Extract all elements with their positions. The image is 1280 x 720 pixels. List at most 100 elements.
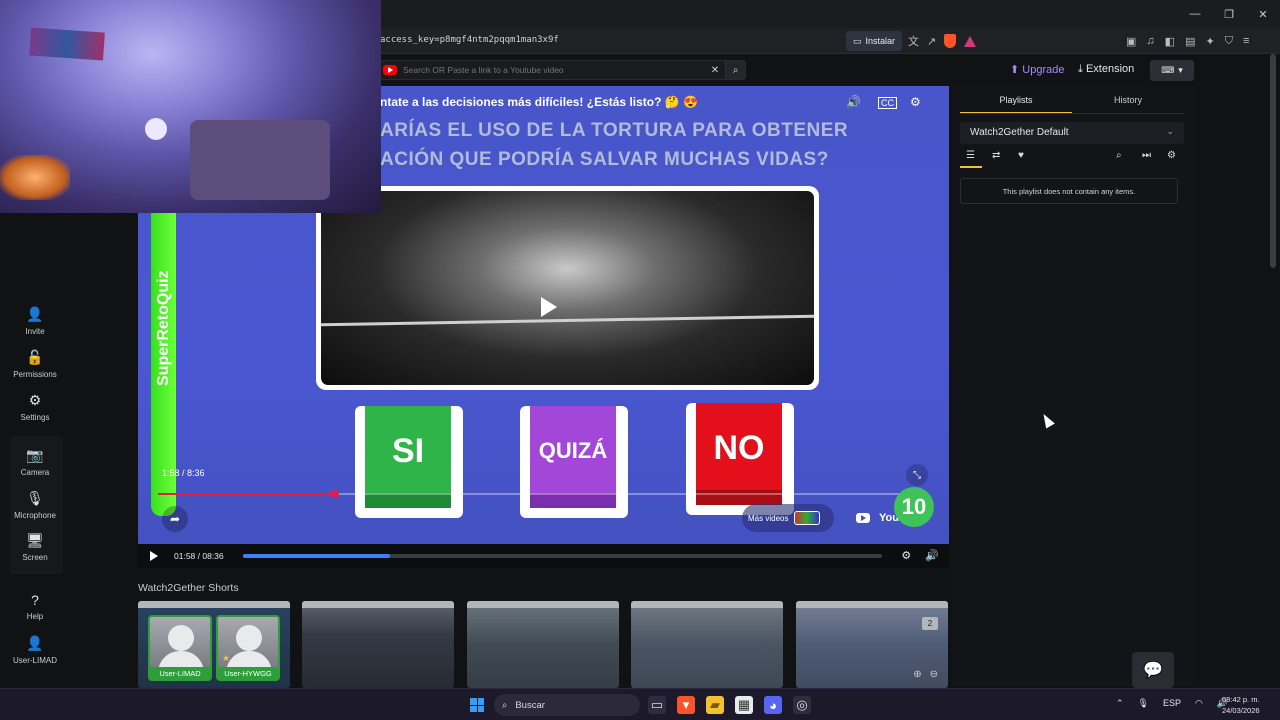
question-image [316, 186, 819, 390]
music-icon[interactable]: ♫ [1146, 35, 1154, 47]
user-tile[interactable]: ★ User-HYWGG [216, 615, 280, 681]
skip-icon[interactable]: ⏭ [1142, 150, 1151, 161]
tab-playlists[interactable]: Playlists [960, 90, 1072, 114]
share-icon[interactable]: ↗ [927, 35, 936, 48]
webcam-lamp [145, 118, 167, 140]
translate-icon[interactable]: 文 [908, 33, 919, 49]
volume-icon[interactable]: 🔊 [925, 549, 939, 562]
tab-history[interactable]: History [1072, 90, 1184, 114]
sidebar-item-invite[interactable]: 👤 Invite [0, 306, 70, 336]
language-indicator[interactable]: ESP [1163, 698, 1181, 709]
task-view-icon[interactable]: ▭ [648, 696, 666, 714]
sidebar-item-microphone[interactable]: 🎙 Microphone [0, 490, 70, 520]
play-icon[interactable] [541, 297, 557, 317]
zoom-in-icon[interactable]: ⊕ [913, 669, 921, 680]
close-window-button[interactable]: ✕ [1246, 0, 1280, 28]
captions-icon[interactable]: CC [878, 97, 897, 109]
monitor-icon: ▭ [853, 35, 862, 46]
chat-button[interactable]: 💬 [1132, 652, 1174, 688]
user-name: User-HYWGG [218, 667, 278, 679]
microphone-icon[interactable]: 🎙 [1138, 698, 1149, 709]
page-scrollbar[interactable] [1270, 54, 1276, 268]
more-videos-button[interactable]: Más videos [742, 504, 834, 532]
wallet-icon[interactable]: ▤ [1185, 35, 1195, 48]
avatar-head [168, 625, 194, 651]
screenshot-icon[interactable]: ▣ [1126, 35, 1136, 48]
maximize-button[interactable]: ❐ [1212, 0, 1246, 28]
sidebar-item-permissions[interactable]: 🔓 Permissions [0, 349, 70, 379]
heart-icon[interactable]: ♥ [1018, 150, 1024, 161]
avatar-head [236, 625, 262, 651]
sidebar-item-screen[interactable]: 🖥 Screen [0, 532, 70, 562]
short-card[interactable] [302, 601, 454, 688]
playlist-select[interactable]: Watch2Gether Default ⌄ [960, 122, 1184, 144]
install-button[interactable]: ▭ Instalar [846, 31, 903, 51]
user-icon: 👤 [26, 635, 44, 651]
brave-rewards-icon[interactable] [964, 35, 977, 47]
clear-icon[interactable]: ✕ [705, 61, 725, 79]
gear-icon[interactable]: ⚙ [901, 549, 911, 562]
minimize-button[interactable]: — [1178, 0, 1212, 28]
short-card[interactable] [467, 601, 619, 688]
answer-quiza[interactable]: QUIZÁ [520, 406, 628, 518]
answer-si[interactable]: SI [355, 406, 463, 518]
brave-shield-icon[interactable] [944, 34, 957, 48]
chevron-up-icon[interactable]: ⌃ [1116, 698, 1124, 709]
folder-icon[interactable]: ▰ [706, 696, 724, 714]
install-label: Instalar [865, 36, 896, 46]
system-tray: ⌃ 🎙 ESP ◠ 🔊 [1116, 698, 1228, 709]
tool-underline [960, 166, 982, 168]
sidebar-item-help[interactable]: ? Help [0, 592, 70, 621]
short-card[interactable]: 2 ⊕ ⊖ [796, 601, 948, 688]
shuffle-icon[interactable]: ⇄ [992, 150, 1000, 161]
overlay-progress-fill [158, 493, 336, 495]
list-icon[interactable]: ☰ [966, 150, 975, 161]
sidebar-item-camera[interactable]: 📷 Camera [0, 447, 70, 477]
windows-start-icon[interactable] [470, 698, 484, 712]
store-icon[interactable]: ▦ [735, 696, 753, 714]
taskbar-apps: ▭ ▾ ▰ ▦ ◕ ◎ [648, 696, 811, 714]
url-text[interactable]: access_key=p8mgf4ntm2pqqm1man3x9f [380, 35, 559, 45]
answer-no[interactable]: NO [686, 403, 794, 515]
zoom-out-icon[interactable]: ⊖ [930, 669, 938, 680]
gear-icon[interactable]: ⚙ [910, 95, 921, 109]
vpn-icon[interactable]: ⛉ [1225, 35, 1233, 48]
gear-icon[interactable]: ⚙ [1167, 150, 1176, 161]
search-input[interactable] [403, 65, 705, 75]
fullscreen-icon[interactable]: ⤡ [906, 464, 928, 486]
volume-icon[interactable]: 🔊 [846, 95, 861, 109]
discord-icon[interactable]: ◕ [764, 696, 782, 714]
answer-label: NO [696, 403, 782, 493]
overlay-progress-bar[interactable] [158, 490, 928, 498]
overlay-progress-handle[interactable] [331, 490, 340, 498]
wire-line [321, 314, 814, 327]
overlay-time: 1:58 / 8:36 [162, 468, 205, 478]
monitor-icon: 🖥 [26, 532, 44, 548]
menu-icon[interactable]: ≡ [1243, 35, 1249, 47]
share-icon[interactable]: ➦ [162, 506, 188, 532]
star-icon: ★ [222, 653, 231, 663]
more-videos-label: Más videos [748, 513, 789, 523]
brave-icon[interactable]: ▾ [677, 696, 695, 714]
keyboard-menu-button[interactable]: ⌨ ▾ [1150, 60, 1194, 81]
question-line-1: ARÍAS EL USO DE LA TORTURA PARA OBTENER [380, 120, 849, 141]
sidebar-icon[interactable]: ◧ [1165, 35, 1175, 48]
barbed-wire-image [321, 191, 814, 385]
taskbar-search[interactable]: ⌕ Buscar [494, 694, 640, 716]
sidebar-item-settings[interactable]: ⚙ Settings [0, 392, 70, 422]
play-icon[interactable] [150, 551, 158, 561]
steam-icon[interactable]: ◎ [793, 696, 811, 714]
user-tile[interactable]: User-LIMAD [148, 615, 212, 681]
leo-icon[interactable]: ✦ [1205, 35, 1214, 48]
player-progress-bar[interactable] [243, 554, 882, 558]
search-icon[interactable]: ⌕ [1116, 150, 1122, 161]
sidebar-item-user[interactable]: 👤 User-LIMAD [0, 635, 70, 665]
taskbar-clock[interactable]: 08:42 p. m. 24/03/2026 [1222, 694, 1260, 716]
wifi-icon[interactable]: ◠ [1195, 698, 1203, 709]
short-card[interactable] [631, 601, 783, 688]
extension-button[interactable]: ⤓ Extension [1078, 63, 1134, 76]
upgrade-button[interactable]: ⬆ Upgrade [1010, 63, 1064, 76]
unlock-icon: 🔓 [26, 349, 44, 365]
webcam-feed[interactable] [0, 0, 381, 213]
search-icon[interactable]: ⌕ [725, 61, 745, 79]
